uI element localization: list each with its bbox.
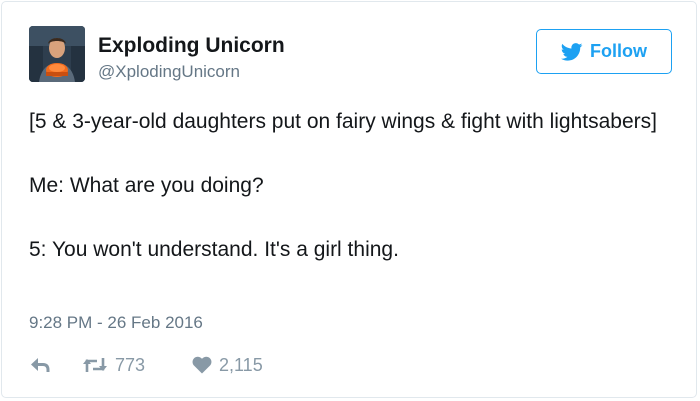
author-handle[interactable]: @XplodingUnicorn: [98, 61, 240, 83]
like-count: 2,115: [219, 354, 263, 375]
retweet-icon: [83, 358, 107, 372]
retweet-button[interactable]: 773: [82, 355, 192, 376]
follow-button-label: Follow: [590, 41, 647, 61]
tweet-text: [5 & 3-year-old daughters put on fairy w…: [29, 110, 657, 261]
avatar-photo: [29, 26, 85, 82]
author-display-name[interactable]: Exploding Unicorn: [98, 33, 285, 59]
tweet-actions: 773 2,115: [29, 351, 263, 379]
retweet-count: 773: [115, 354, 146, 375]
heart-icon: [192, 356, 212, 374]
twitter-bird-icon: [561, 42, 583, 61]
reply-button[interactable]: [29, 356, 82, 374]
follow-button[interactable]: Follow: [536, 29, 672, 74]
tweet-card: Exploding Unicorn @XplodingUnicorn Follo…: [1, 1, 697, 398]
avatar[interactable]: [29, 26, 85, 82]
like-button[interactable]: 2,115: [192, 355, 263, 376]
tweet-timestamp[interactable]: 9:28 PM - 26 Feb 2016: [29, 312, 203, 334]
reply-icon: [31, 358, 50, 372]
